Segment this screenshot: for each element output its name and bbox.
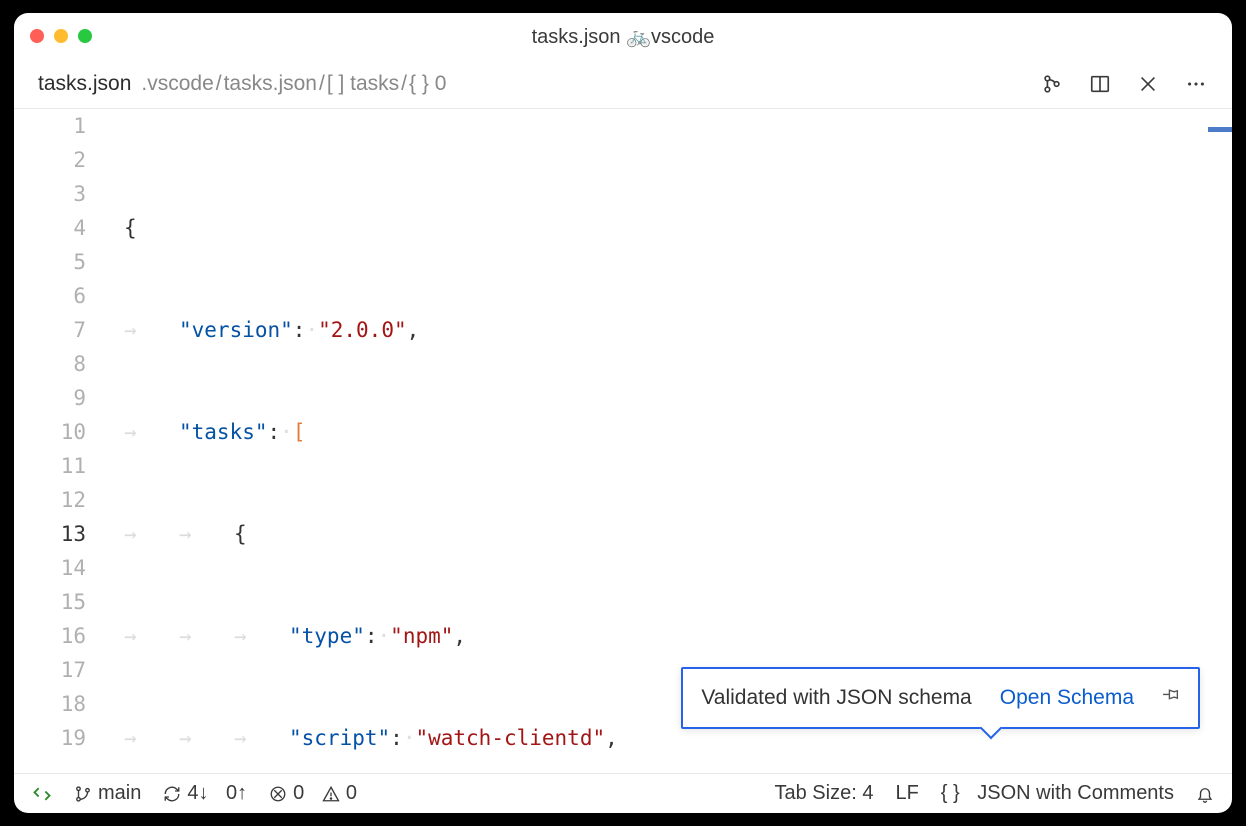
minimap-marker[interactable] xyxy=(1208,127,1232,132)
code-token: "2.0.0" xyxy=(318,318,407,342)
line-number: 18 xyxy=(14,687,86,721)
breadcrumb[interactable]: .vscode/tasks.json/[ ] tasks/{ } 0 xyxy=(141,72,446,96)
close-tab-icon[interactable] xyxy=(1136,72,1160,96)
line-number-current: 13 xyxy=(14,517,86,551)
line-number: 15 xyxy=(14,585,86,619)
editor-area[interactable]: 1 2 3 4 5 6 7 8 9 10 11 12 13 14 15 16 1… xyxy=(14,109,1232,773)
pin-icon[interactable] xyxy=(1162,681,1180,715)
line-number: 2 xyxy=(14,143,86,177)
editor-window: tasks.json 🚲vscode tasks.json .vscode/ta… xyxy=(14,13,1232,813)
line-number: 5 xyxy=(14,245,86,279)
breadcrumb-path1[interactable]: [ ] tasks xyxy=(327,72,399,96)
line-number: 8 xyxy=(14,347,86,381)
line-number-gutter: 1 2 3 4 5 6 7 8 9 10 11 12 13 14 15 16 1… xyxy=(14,109,112,773)
maximize-window-button[interactable] xyxy=(78,29,92,43)
code-token: "script" xyxy=(289,726,390,750)
code-token: "npm" xyxy=(390,624,453,648)
breadcrumb-file[interactable]: tasks.json xyxy=(224,72,317,96)
error-count: 0 xyxy=(293,782,304,805)
code-token: "type" xyxy=(289,624,365,648)
code-token: "version" xyxy=(179,318,293,342)
line-number: 6 xyxy=(14,279,86,313)
source-control-icon[interactable] xyxy=(1040,72,1064,96)
split-editor-icon[interactable] xyxy=(1088,72,1112,96)
line-number: 1 xyxy=(14,109,86,143)
line-number: 7 xyxy=(14,313,86,347)
line-number: 14 xyxy=(14,551,86,585)
minimize-window-button[interactable] xyxy=(54,29,68,43)
breadcrumb-folder[interactable]: .vscode xyxy=(141,72,213,96)
line-number: 4 xyxy=(14,211,86,245)
eol-indicator[interactable]: LF xyxy=(895,782,918,805)
sync-down-count: 4↓ xyxy=(187,782,208,805)
breadcrumb-path2[interactable]: { } 0 xyxy=(409,72,446,96)
line-number: 16 xyxy=(14,619,86,653)
warning-count: 0 xyxy=(346,782,357,805)
window-title: tasks.json 🚲vscode xyxy=(532,24,715,49)
code-token: { xyxy=(234,522,247,546)
tab-actions xyxy=(1040,72,1208,96)
sync-up-count: 0↑ xyxy=(226,782,247,805)
close-window-button[interactable] xyxy=(30,29,44,43)
language-mode-indicator[interactable]: { } JSON with Comments xyxy=(941,782,1174,805)
line-number: 9 xyxy=(14,381,86,415)
line-number: 10 xyxy=(14,415,86,449)
problems-indicator[interactable]: 0 0 xyxy=(269,782,357,805)
line-number: 19 xyxy=(14,721,86,755)
more-actions-icon[interactable] xyxy=(1184,72,1208,96)
line-number: 3 xyxy=(14,177,86,211)
tab-bar: tasks.json .vscode/tasks.json/[ ] tasks/… xyxy=(14,59,1232,109)
line-number: 11 xyxy=(14,449,86,483)
sync-indicator[interactable]: 4↓ 0↑ xyxy=(163,782,247,805)
line-number: 17 xyxy=(14,653,86,687)
code-token: "watch-clientd" xyxy=(415,726,605,750)
tab-size-indicator[interactable]: Tab Size: 4 xyxy=(775,782,874,805)
titlebar: tasks.json 🚲vscode xyxy=(14,13,1232,59)
popup-message: Validated with JSON schema xyxy=(701,681,971,715)
language-mode-label: JSON with Comments xyxy=(977,782,1174,805)
branch-name: main xyxy=(98,782,141,805)
code-token: [ xyxy=(293,420,306,444)
open-schema-link[interactable]: Open Schema xyxy=(1000,681,1134,715)
code-token: { xyxy=(124,216,137,240)
code-token: "tasks" xyxy=(179,420,268,444)
tab-filename[interactable]: tasks.json xyxy=(38,72,131,96)
traffic-lights xyxy=(30,29,92,43)
notifications-icon[interactable] xyxy=(1196,785,1214,803)
schema-validation-popup: Validated with JSON schema Open Schema xyxy=(681,667,1200,729)
branch-indicator[interactable]: main xyxy=(74,782,141,805)
remote-indicator-icon[interactable] xyxy=(32,784,52,804)
line-number: 12 xyxy=(14,483,86,517)
status-bar: main 4↓ 0↑ 0 0 Tab Size: 4 LF { } JSON w… xyxy=(14,773,1232,813)
